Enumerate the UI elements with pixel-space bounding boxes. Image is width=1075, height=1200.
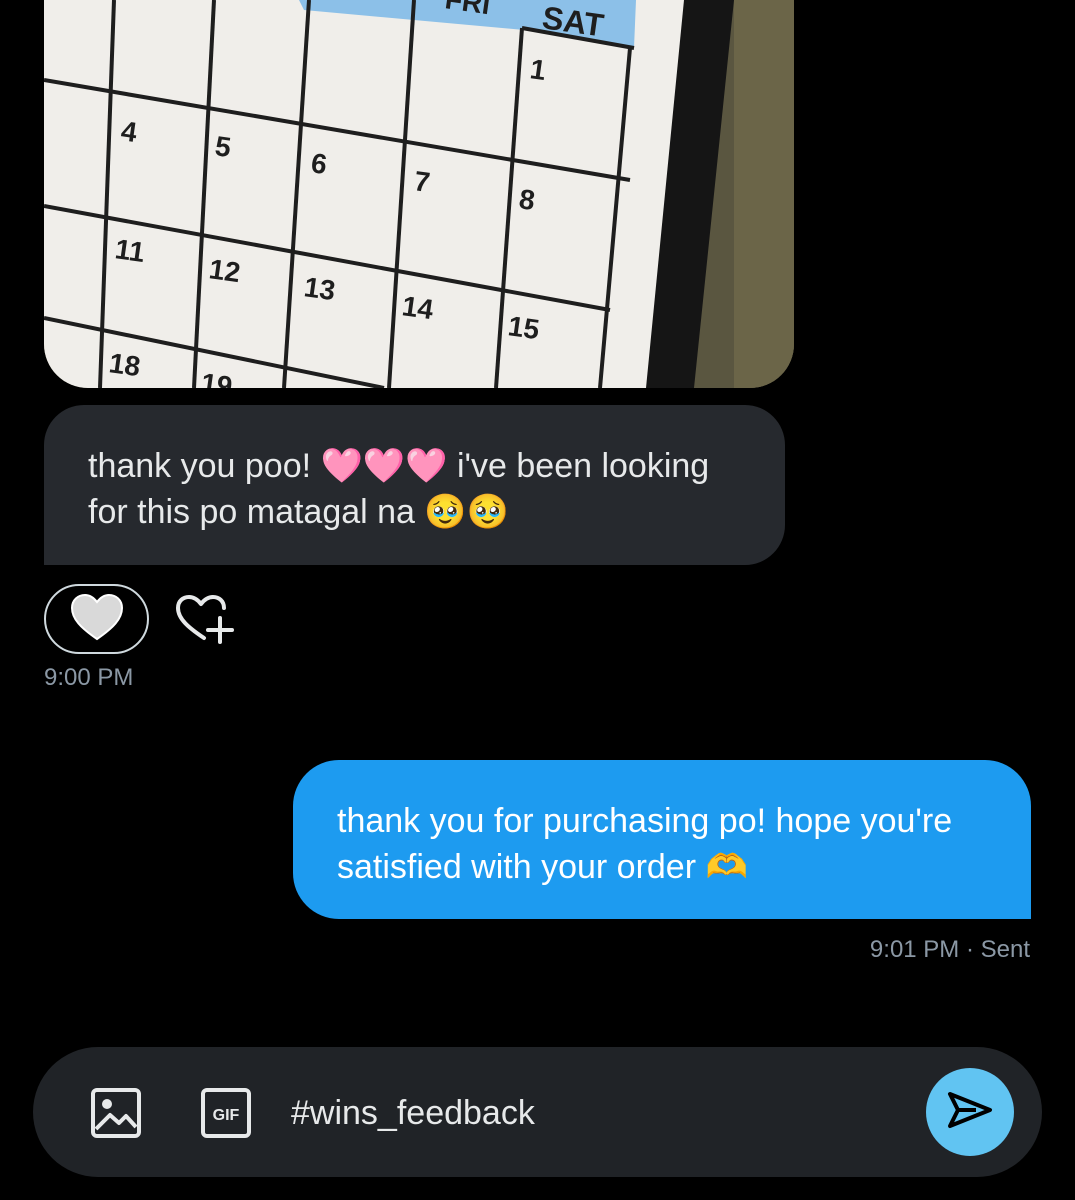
- day-number: 11: [113, 233, 147, 268]
- image-icon[interactable]: [90, 1087, 142, 1139]
- day-number: 15: [506, 310, 541, 345]
- calendar-photo[interactable]: SAT FRI 1 4 5 6 7 8 11 12 13 14 15 18 19: [44, 0, 794, 388]
- add-reaction-icon[interactable]: [174, 594, 236, 646]
- pleading-emoji: 🥹🥹: [424, 493, 510, 531]
- send-button[interactable]: [926, 1068, 1014, 1156]
- message-input[interactable]: #wins_feedback: [291, 1087, 891, 1139]
- incoming-timestamp: 9:00 PM: [44, 664, 134, 691]
- day-number: 14: [400, 290, 436, 325]
- message-composer: GIF #wins_feedback: [33, 1047, 1042, 1177]
- outgoing-text: thank you for purchasing po! hope you're…: [337, 802, 953, 886]
- day-number: 19: [199, 367, 234, 388]
- heart-reaction-badge[interactable]: [44, 584, 149, 654]
- outgoing-status: 9:01 PM · Sent: [869, 936, 1030, 963]
- day-number: 12: [207, 253, 242, 288]
- incoming-text-part1: thank you poo!: [88, 447, 321, 485]
- incoming-message[interactable]: thank you poo! 🩷🩷🩷 i've been looking for…: [44, 405, 785, 565]
- day-number: 18: [107, 347, 142, 382]
- gif-icon[interactable]: GIF: [200, 1087, 252, 1139]
- gif-label: GIF: [213, 1107, 240, 1124]
- hearts-emoji: 🩷🩷🩷: [320, 447, 448, 485]
- heart-hands-emoji: 🫶: [705, 848, 748, 886]
- white-heart-icon: [69, 592, 125, 647]
- day-number: 13: [302, 271, 337, 306]
- send-icon: [946, 1090, 994, 1135]
- outgoing-message[interactable]: thank you for purchasing po! hope you're…: [293, 760, 1031, 919]
- calendar-image: SAT FRI 1 4 5 6 7 8 11 12 13 14 15 18 19: [44, 0, 794, 388]
